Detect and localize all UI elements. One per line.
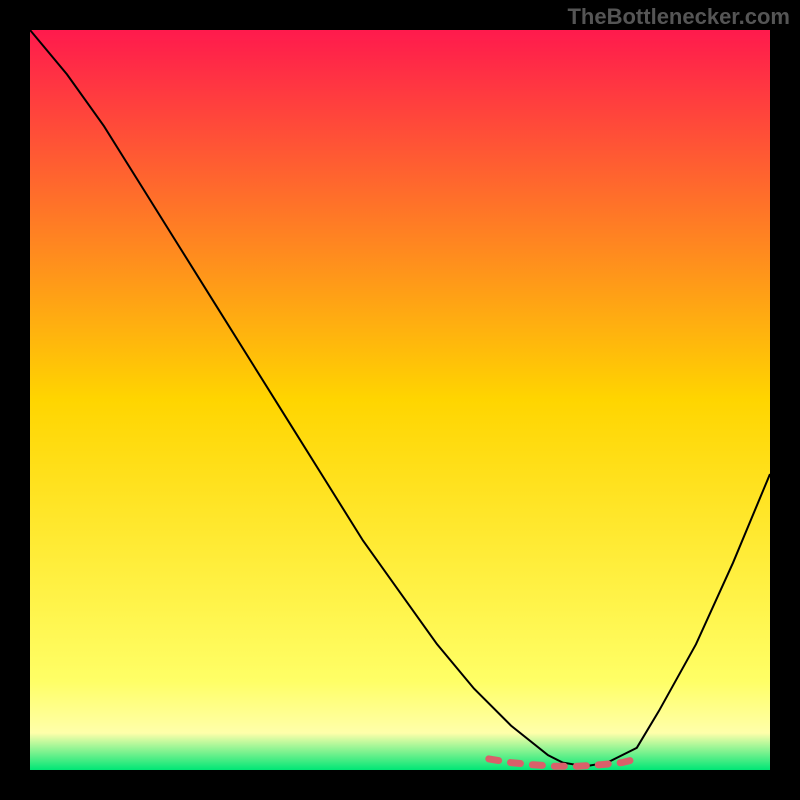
chart-container — [30, 30, 770, 770]
watermark-text: TheBottlenecker.com — [567, 4, 790, 30]
chart-svg — [30, 30, 770, 770]
chart-background — [30, 30, 770, 770]
